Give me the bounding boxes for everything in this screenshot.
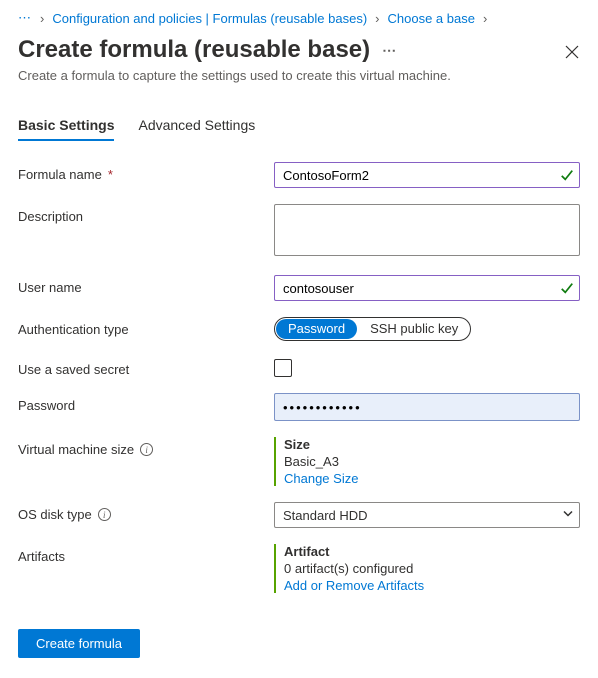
tabs: Basic Settings Advanced Settings	[18, 111, 580, 142]
auth-type-ssh[interactable]: SSH public key	[358, 318, 470, 340]
change-size-link[interactable]: Change Size	[284, 471, 358, 486]
label-artifacts: Artifacts	[18, 544, 274, 564]
chevron-right-icon: ›	[483, 11, 487, 26]
more-icon[interactable]: ⋯	[382, 42, 397, 59]
formula-name-input[interactable]	[274, 162, 580, 188]
vm-size-value: Basic_A3	[284, 454, 580, 469]
label-vm-size: Virtual machine size i	[18, 437, 274, 457]
auth-type-toggle: Password SSH public key	[274, 317, 471, 341]
label-formula-name: Formula name *	[18, 162, 274, 182]
label-auth-type: Authentication type	[18, 317, 274, 337]
user-name-input[interactable]	[274, 275, 580, 301]
create-formula-button[interactable]: Create formula	[18, 629, 140, 658]
check-icon	[560, 281, 574, 295]
label-description: Description	[18, 204, 274, 224]
tab-advanced-settings[interactable]: Advanced Settings	[138, 111, 255, 141]
breadcrumb: ⋯ › Configuration and policies | Formula…	[18, 10, 580, 26]
info-icon[interactable]: i	[98, 508, 111, 521]
info-icon[interactable]: i	[140, 443, 153, 456]
os-disk-select[interactable]: Standard HDD	[274, 502, 580, 528]
close-icon[interactable]	[564, 44, 580, 60]
chevron-right-icon: ›	[375, 11, 379, 26]
vm-size-title: Size	[284, 437, 580, 452]
auth-type-password[interactable]: Password	[276, 319, 357, 339]
saved-secret-checkbox[interactable]	[274, 359, 292, 377]
breadcrumb-link-choose-base[interactable]: Choose a base	[388, 11, 475, 26]
chevron-down-icon	[562, 508, 574, 523]
add-remove-artifacts-link[interactable]: Add or Remove Artifacts	[284, 578, 424, 593]
artifacts-title: Artifact	[284, 544, 580, 559]
label-user-name: User name	[18, 275, 274, 295]
label-password: Password	[18, 393, 274, 413]
password-input[interactable]	[274, 393, 580, 421]
tab-basic-settings[interactable]: Basic Settings	[18, 111, 114, 141]
page-subtitle: Create a formula to capture the settings…	[18, 68, 580, 83]
chevron-right-icon: ›	[40, 11, 44, 26]
artifacts-value: 0 artifact(s) configured	[284, 561, 580, 576]
required-marker: *	[108, 167, 113, 182]
description-input[interactable]	[274, 204, 580, 256]
label-saved-secret: Use a saved secret	[18, 357, 274, 377]
page-title: Create formula (reusable base) ⋯	[18, 36, 397, 64]
vm-size-card: Size Basic_A3 Change Size	[274, 437, 580, 486]
artifacts-card: Artifact 0 artifact(s) configured Add or…	[274, 544, 580, 593]
check-icon	[560, 168, 574, 182]
label-os-disk: OS disk type i	[18, 502, 274, 522]
breadcrumb-link-config[interactable]: Configuration and policies | Formulas (r…	[52, 11, 367, 26]
breadcrumb-ellipsis[interactable]: ⋯	[18, 10, 32, 26]
